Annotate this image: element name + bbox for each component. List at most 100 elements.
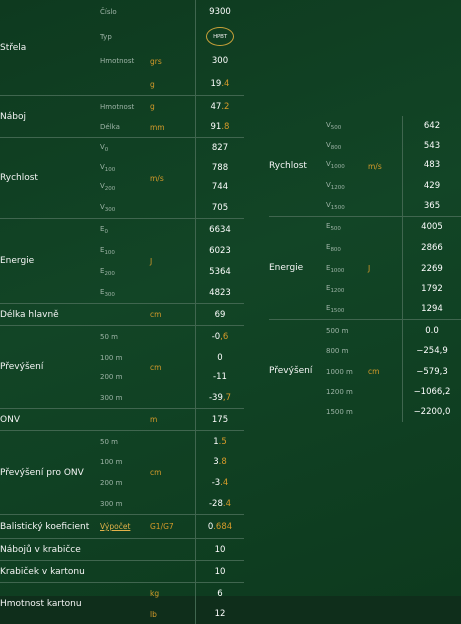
carton-weight-kg: 6 <box>196 583 245 605</box>
spec-row: Převýšení pro ONV 50 m cm 1.5 <box>0 431 244 453</box>
spec-row: Převýšení 500 m cm 0.0 <box>269 320 461 342</box>
energy-value: 6634 <box>196 219 245 242</box>
param-label: Číslo <box>100 0 150 24</box>
param-label: V100 <box>100 158 150 177</box>
onv-label: ONV <box>0 409 100 431</box>
param-label: E300 <box>100 282 150 304</box>
param-label: 50 m <box>100 431 150 453</box>
cartridge-weight: 47.2 <box>196 96 245 118</box>
param-label: Hmotnost <box>100 96 150 118</box>
drop-value: −579,3 <box>403 361 461 382</box>
spec-row: Střela Číslo 9300 <box>0 0 244 24</box>
param-label: E0 <box>100 219 150 242</box>
spec-row: Balistický koeficient Výpočet G1/G7 0.68… <box>0 515 244 539</box>
barrel-length-label: Délka hlavně <box>0 304 100 326</box>
drop-value: −254,9 <box>403 341 461 361</box>
param-label: E1500 <box>326 299 368 320</box>
param-label: Hmotnost <box>100 49 150 73</box>
velocity-label: Rychlost <box>269 116 326 217</box>
param-label: V800 <box>326 136 368 155</box>
drop-value: 0 <box>196 348 245 367</box>
drop-label: Převýšení <box>269 320 326 423</box>
value-int: 91 <box>211 122 222 132</box>
velocity-value: 827 <box>196 138 245 159</box>
drop-value: −1066,2 <box>403 382 461 402</box>
unit-label: cm <box>150 326 196 409</box>
spec-row: Rychlost V0 m/s 827 <box>0 138 244 159</box>
param-label: Délka <box>100 117 150 138</box>
bc-calc-link[interactable]: Výpočet <box>100 522 130 531</box>
spec-row: Krabiček v kartonu 10 <box>0 561 244 583</box>
value-decimal: .2 <box>221 102 229 112</box>
unit-label: mm <box>150 117 196 138</box>
energy-value: 1792 <box>403 279 461 299</box>
rounds-per-box-label: Nábojů v krabičce <box>0 539 196 561</box>
spec-row: Hmotnost kartonu kg 6 <box>0 583 244 605</box>
carton-weight-label: Hmotnost kartonu <box>0 583 150 624</box>
drop-value: -11 <box>196 367 245 387</box>
spec-row: Rychlost V500 m/s 642 <box>269 116 461 136</box>
param-label: V0 <box>100 138 150 159</box>
barrel-length-value: 69 <box>196 304 245 326</box>
energy-value: 4005 <box>403 217 461 238</box>
unit-label: G1/G7 <box>150 515 196 539</box>
param-label: V1000 <box>326 155 368 175</box>
param-label: 200 m <box>100 472 150 493</box>
drop-onv-value: -3.4 <box>196 472 245 493</box>
velocity-value: 483 <box>403 155 461 175</box>
param-label: 800 m <box>326 341 368 361</box>
drop-onv-value: -28.4 <box>196 493 245 515</box>
value-int: 47 <box>211 102 222 112</box>
energy-value: 2866 <box>403 237 461 258</box>
velocity-value: 788 <box>196 158 245 177</box>
velocity-value: 365 <box>403 196 461 217</box>
unit-label: g <box>150 96 196 118</box>
ammo-spec-table: Střela Číslo 9300 Typ HPBT Hmotnost grs … <box>0 0 244 624</box>
param-label: 200 m <box>100 367 150 387</box>
unit-label: lb <box>150 604 196 624</box>
drop-label: Převýšení <box>0 326 100 409</box>
energy-value: 4823 <box>196 282 245 304</box>
boxes-per-carton-label: Krabiček v kartonu <box>0 561 196 583</box>
param-label: 500 m <box>326 320 368 342</box>
unit-label: cm <box>150 431 196 515</box>
drop-onv-value: 3.8 <box>196 452 245 472</box>
unit-label: m <box>150 409 196 431</box>
param-label: 300 m <box>100 387 150 409</box>
drop-value: -0,6 <box>196 326 245 349</box>
velocity-value: 642 <box>403 116 461 136</box>
energy-label: Energie <box>269 217 326 320</box>
param-label: E500 <box>326 217 368 238</box>
hpbt-badge-icon: HPBT <box>206 27 234 46</box>
param-label: V500 <box>326 116 368 136</box>
onv-value: 175 <box>196 409 245 431</box>
spec-row: Energie E500 J 4005 <box>269 217 461 238</box>
param-label: Typ <box>100 24 150 49</box>
velocity-label: Rychlost <box>0 138 100 219</box>
drop-onv-label: Převýšení pro ONV <box>0 431 100 515</box>
param-label: V1200 <box>326 175 368 196</box>
unit-label <box>150 24 196 49</box>
carton-weight-lb: 12 <box>196 604 245 624</box>
unit-label: cm <box>368 320 403 423</box>
unit-label: J <box>150 219 196 304</box>
projectile-type-cell: HPBT <box>196 24 245 49</box>
boxes-per-carton-value: 10 <box>196 561 245 583</box>
param-label: 1200 m <box>326 382 368 402</box>
drop-value: 0.0 <box>403 320 461 342</box>
unit-label <box>150 0 196 24</box>
spec-row: Energie E0 J 6634 <box>0 219 244 242</box>
energy-label: Energie <box>0 219 100 304</box>
param-label: V200 <box>100 177 150 197</box>
projectile-number: 9300 <box>196 0 245 24</box>
projectile-label: Střela <box>0 0 100 96</box>
param-label: V1500 <box>326 196 368 217</box>
value-decimal: .4 <box>221 79 229 89</box>
ammo-spec-table-long-range: Rychlost V500 m/s 642 V800 543 V1000 483… <box>269 116 461 422</box>
drop-value: -39,7 <box>196 387 245 409</box>
unit-label: J <box>368 217 403 320</box>
projectile-weight-g: 19.4 <box>196 73 245 96</box>
value-int: 19 <box>211 79 222 89</box>
drop-value: −2200,0 <box>403 402 461 422</box>
param-label <box>100 73 150 96</box>
